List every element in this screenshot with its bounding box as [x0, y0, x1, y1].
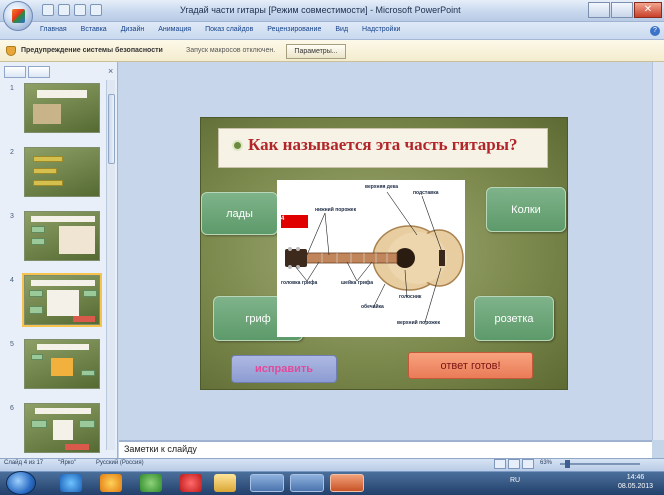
- guitar-diagram-svg: [281, 191, 464, 323]
- slides-pane-scrollbar[interactable]: [106, 80, 115, 450]
- security-options-button[interactable]: Параметры...: [286, 44, 346, 59]
- start-button[interactable]: [6, 471, 36, 495]
- tab-animation[interactable]: Анимация: [158, 26, 191, 33]
- maximize-button[interactable]: [611, 2, 633, 18]
- quick-access-dropdown-icon[interactable]: [90, 4, 102, 16]
- tray-language[interactable]: RU: [510, 477, 520, 484]
- tab-insert[interactable]: Вставка: [81, 26, 107, 33]
- pane-tabs: [4, 66, 112, 78]
- label-rosette[interactable]: розетка: [474, 296, 554, 341]
- slide-sorter-icon[interactable]: [508, 459, 520, 469]
- taskbar-window-2[interactable]: [290, 474, 324, 492]
- window-title: Угадай части гитары [Режим совместимости…: [180, 5, 461, 15]
- save-icon[interactable]: [42, 4, 54, 16]
- label-frets[interactable]: лады: [201, 192, 278, 235]
- security-warning-title: Предупреждение системы безопасности: [21, 47, 163, 54]
- tab-review[interactable]: Рецензирование: [267, 26, 321, 33]
- red-marker-label: 4: [281, 216, 285, 222]
- slide-thumbnail[interactable]: [24, 403, 100, 453]
- status-theme: "Ярко": [58, 460, 76, 466]
- slide-thumbnail[interactable]: [24, 339, 100, 389]
- status-language[interactable]: Русский (Россия): [96, 460, 144, 466]
- explorer-icon[interactable]: [214, 474, 236, 492]
- diagram-label-lower-nut: нижний порожек: [315, 207, 357, 213]
- close-button[interactable]: ✕: [634, 2, 662, 18]
- office-button[interactable]: [3, 1, 33, 31]
- diagram-label-neck-heel: шейка грифа: [341, 280, 374, 286]
- close-pane-icon[interactable]: ×: [108, 66, 113, 76]
- slide-thumbnail[interactable]: [24, 147, 100, 197]
- fix-button[interactable]: исправить: [231, 355, 337, 383]
- ribbon-tabs: Главная Вставка Дизайн Анимация Показ сл…: [40, 26, 400, 33]
- office-logo-icon: [12, 9, 25, 23]
- diagram-label-shell: обечайка: [361, 304, 384, 310]
- minimize-button[interactable]: [588, 2, 610, 18]
- slide-number: 1: [10, 85, 14, 92]
- slide-number: 5: [10, 341, 14, 348]
- slide-number: 6: [10, 405, 14, 412]
- tab-home[interactable]: Главная: [40, 26, 67, 33]
- diagram-label-bridge: подставка: [413, 190, 439, 196]
- guitar-diagram: 4 верхняя дека подставка нижний порожек …: [277, 180, 465, 337]
- tray-time: 14:46: [626, 474, 645, 481]
- tab-slides[interactable]: [4, 66, 26, 78]
- slideshow-icon[interactable]: [522, 459, 534, 469]
- media-icon[interactable]: [100, 474, 122, 492]
- tab-view[interactable]: Вид: [335, 26, 348, 33]
- canvas-scrollbar[interactable]: [652, 62, 664, 440]
- security-warning-message: Запуск макросов отключен.: [186, 47, 276, 54]
- redo-icon[interactable]: [74, 4, 86, 16]
- status-slide-info: Слайд 4 из 17: [4, 460, 44, 466]
- view-buttons: [494, 459, 536, 469]
- yandex-icon[interactable]: [180, 474, 202, 492]
- shield-icon: [6, 46, 16, 56]
- notes-pane[interactable]: [119, 440, 652, 458]
- slide-thumbnail[interactable]: [24, 83, 100, 133]
- scrollbar-thumb[interactable]: [108, 94, 115, 164]
- tab-slideshow[interactable]: Показ слайдов: [205, 26, 253, 33]
- answer-ready-button[interactable]: ответ готов!: [408, 352, 533, 379]
- tab-addins[interactable]: Надстройки: [362, 26, 400, 33]
- ie-icon[interactable]: [60, 474, 82, 492]
- diagram-label-headstock: головка грифа: [281, 280, 318, 286]
- zoom-level[interactable]: 63%: [540, 460, 552, 466]
- tray-date: 08.05.2013: [618, 483, 654, 490]
- diagram-label-upper-nut: верхний порожек: [397, 320, 440, 326]
- slide-number: 4: [10, 277, 14, 284]
- diagram-label-soundhole: голосник: [399, 294, 422, 300]
- notes-placeholder[interactable]: Заметки к слайду: [124, 444, 197, 454]
- label-pegs[interactable]: Колки: [486, 187, 566, 232]
- tab-outline[interactable]: [28, 66, 50, 78]
- slide-number: 2: [10, 149, 14, 156]
- diagram-label-top-deck: верхняя дека: [365, 184, 399, 190]
- slide-thumbnail-selected[interactable]: [22, 273, 102, 327]
- zoom-slider[interactable]: [560, 463, 640, 465]
- taskbar-powerpoint[interactable]: [330, 474, 364, 492]
- help-icon[interactable]: ?: [650, 26, 660, 36]
- slide-title: Как называется эта часть гитары?: [248, 135, 518, 154]
- slide-number: 3: [10, 213, 14, 220]
- normal-view-icon[interactable]: [494, 459, 506, 469]
- zoom-slider-knob[interactable]: [565, 460, 570, 468]
- player-icon[interactable]: [140, 474, 162, 492]
- taskbar-window-1[interactable]: [250, 474, 284, 492]
- undo-icon[interactable]: [58, 4, 70, 16]
- tray-clock[interactable]: 14:46 08.05.2013: [618, 473, 653, 491]
- slide-thumbnail[interactable]: [24, 211, 100, 261]
- tab-design[interactable]: Дизайн: [121, 26, 145, 33]
